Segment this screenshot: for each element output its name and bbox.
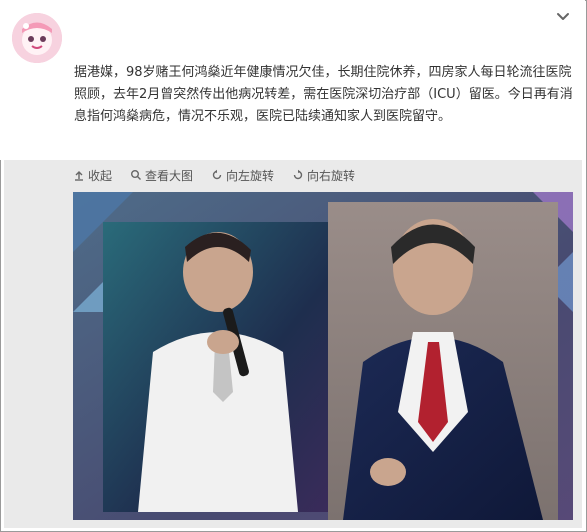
rotate-right-icon — [293, 169, 303, 180]
search-icon — [131, 170, 142, 180]
collapse-label: 收起 — [88, 168, 113, 183]
view-large-button[interactable]: 查看大图 — [130, 167, 193, 184]
rotate-left-icon — [212, 169, 222, 180]
rotate-right-button[interactable]: 向右旋转 — [292, 167, 355, 184]
post-text: 据港媒，98岁赌王何鸿燊近年健康情况欠佳，长期住院休养，四房家人每日轮流往医院照… — [74, 65, 573, 124]
image-toolbar: 收起 查看大图 向左旋转 向右旋转 — [73, 166, 373, 184]
photo-two-portraits-icon — [73, 192, 573, 520]
rotate-left-button[interactable]: 向左旋转 — [211, 167, 274, 184]
collapse-button[interactable]: 收起 — [73, 167, 112, 184]
avatar-icon — [12, 13, 62, 63]
rotate-left-label: 向左旋转 — [226, 168, 275, 183]
upload-arrow-icon — [75, 171, 83, 181]
rotate-right-label: 向右旋转 — [307, 168, 356, 183]
chevron-down-icon[interactable] — [555, 10, 571, 24]
user-avatar[interactable] — [12, 13, 62, 63]
post-header: 据港媒，98岁赌王何鸿燊近年健康情况欠佳，长期住院休养，四房家人每日轮流往医院照… — [0, 0, 585, 160]
view-large-label: 查看大图 — [145, 168, 194, 183]
post-image[interactable] — [73, 192, 573, 520]
